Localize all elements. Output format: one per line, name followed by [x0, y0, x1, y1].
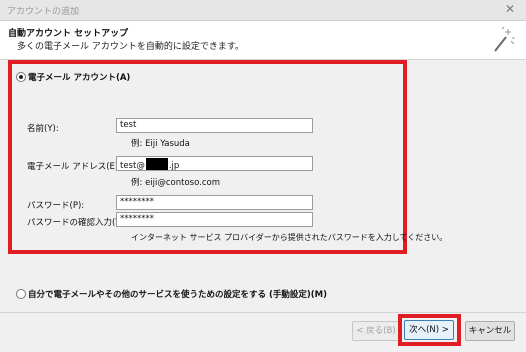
close-icon[interactable]: ✕ — [502, 2, 518, 16]
email-value-prefix: test@ — [120, 161, 145, 171]
email-field[interactable]: test@ .jp — [116, 156, 313, 171]
name-example: 例: Eiji Yasuda — [131, 139, 190, 149]
footer-separator — [0, 312, 526, 313]
next-button[interactable]: 次へ(N) > — [404, 320, 454, 340]
title-bar: アカウントの追加 ✕ — [0, 0, 526, 21]
manual-setup-label[interactable]: 自分で電子メールやその他のサービスを使うための設定をする (手動設定)(M) — [28, 288, 327, 300]
password-confirm-label: パスワードの確認入力(T): — [27, 218, 127, 228]
email-example: 例: eiji@contoso.com — [131, 178, 221, 188]
cancel-button[interactable]: キャンセル — [465, 321, 515, 341]
redacted-domain — [145, 158, 168, 170]
password-field[interactable]: ******** — [116, 195, 313, 210]
manual-setup-radio[interactable] — [16, 289, 26, 299]
name-label: 名前(Y): — [27, 124, 59, 134]
email-account-radio[interactable] — [16, 72, 26, 82]
page-title: 自動アカウント セットアップ — [8, 29, 129, 39]
password-label: パスワード(P): — [27, 201, 85, 211]
email-label: 電子メール アドレス(E): — [27, 162, 122, 172]
password-confirm-field[interactable]: ******** — [116, 212, 313, 227]
setup-wizard-icon — [494, 26, 515, 52]
email-account-label[interactable]: 電子メール アカウント(A) — [28, 71, 130, 83]
window-title: アカウントの追加 — [7, 7, 80, 17]
back-button[interactable]: < 戻る(B) — [352, 321, 400, 341]
email-value-suffix: .jp — [168, 161, 180, 171]
wizard-header: 自動アカウント セットアップ 多くの電子メール アカウントを自動的に設定できます… — [0, 21, 526, 60]
name-field[interactable]: test — [116, 118, 313, 133]
password-hint: インターネット サービス プロバイダーから提供されたパスワードを入力してください… — [131, 233, 448, 242]
page-subtitle: 多くの電子メール アカウントを自動的に設定できます。 — [17, 42, 244, 52]
